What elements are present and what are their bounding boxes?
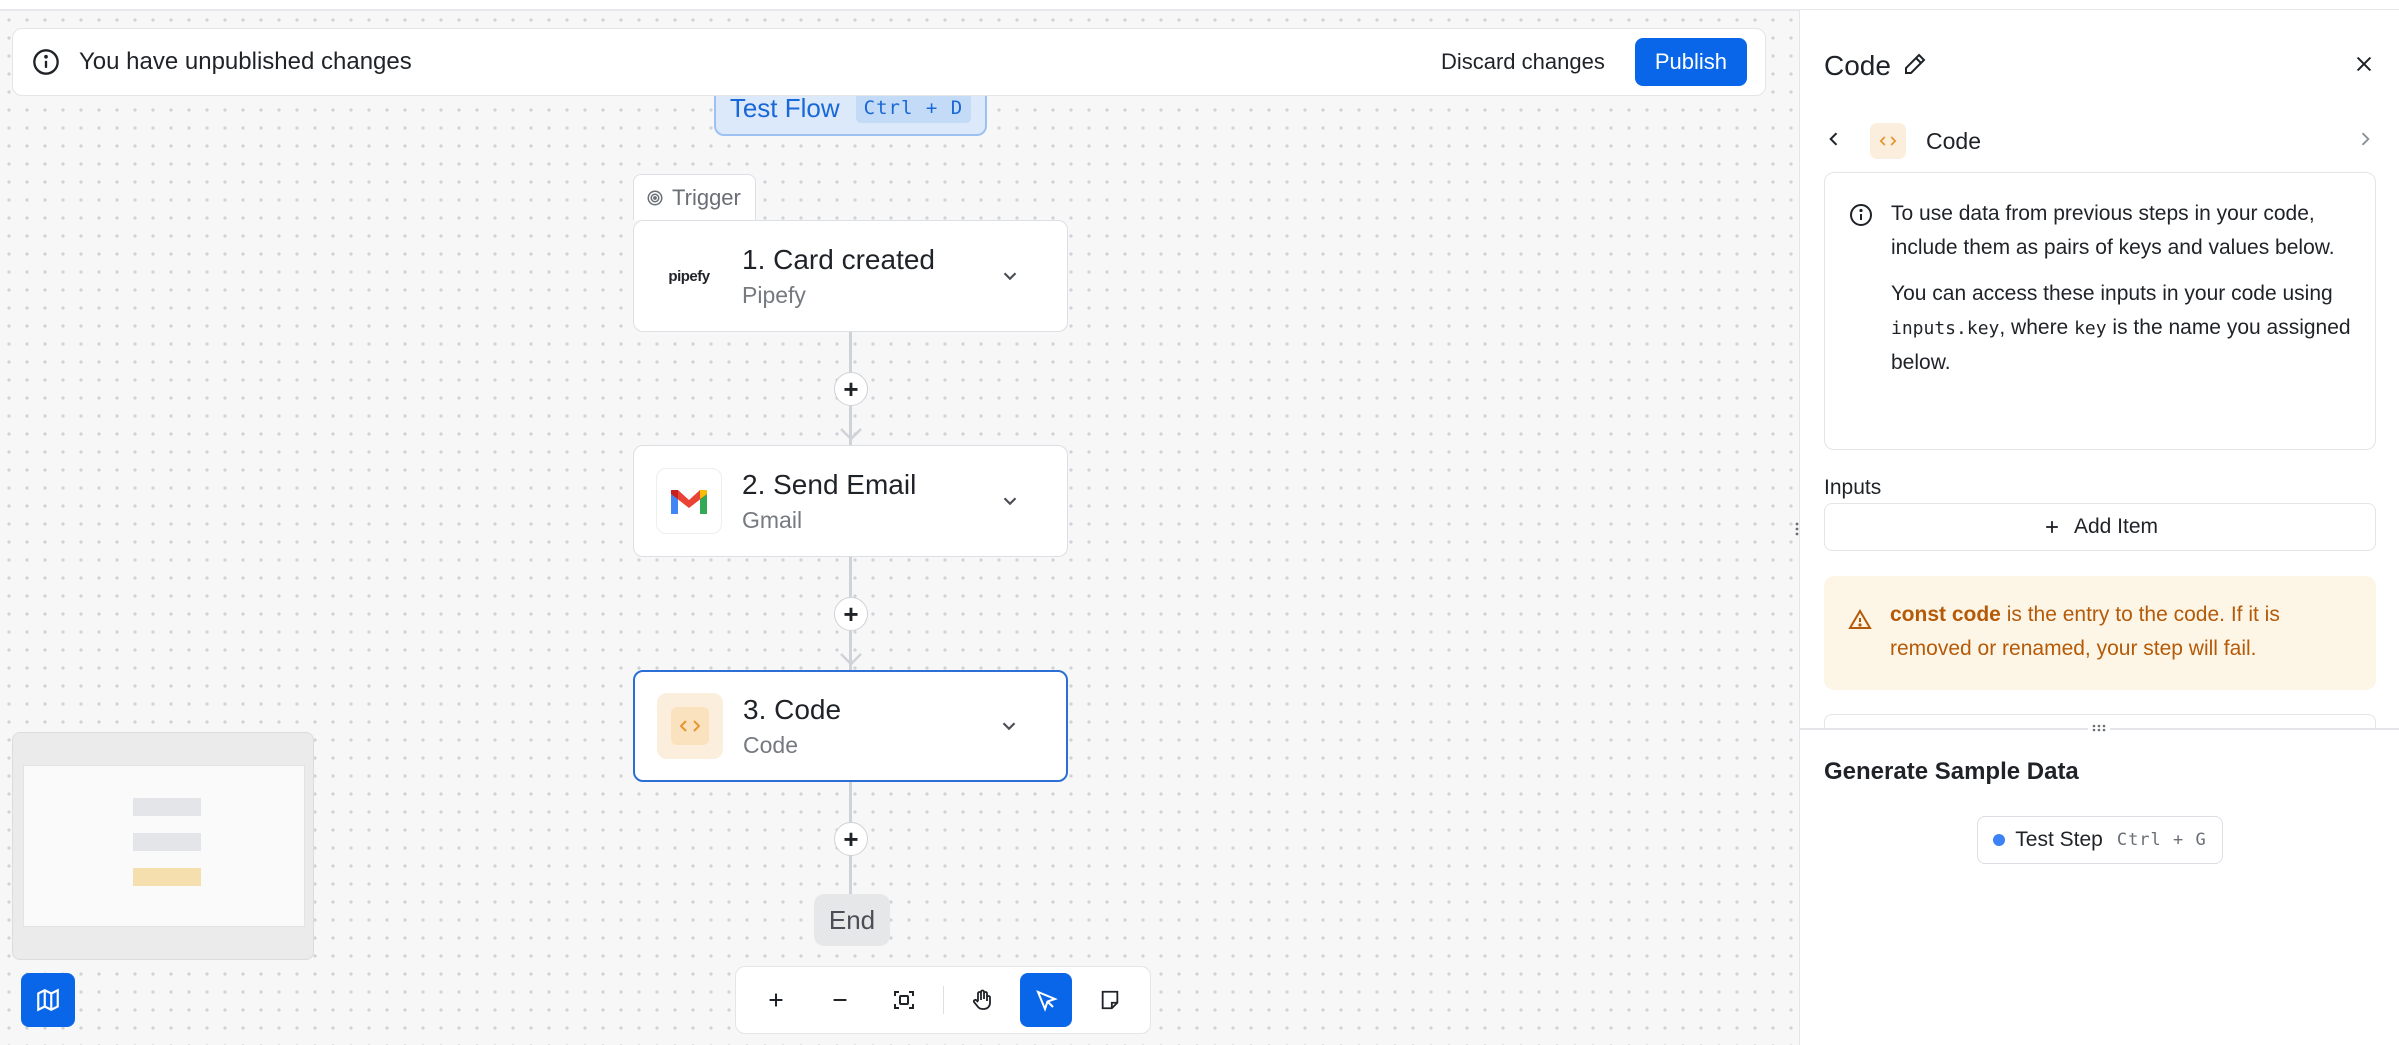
test-flow-label: Test Flow [729, 92, 840, 123]
discard-changes-button[interactable]: Discard changes [1441, 49, 1605, 75]
plus-icon [769, 993, 783, 1007]
plus-icon [2046, 521, 2058, 533]
code-icon [1870, 123, 1906, 159]
chevron-down-icon[interactable] [995, 261, 1025, 291]
info-paragraph: To use data from previous steps in your … [1891, 202, 2335, 259]
map-icon [37, 988, 59, 1012]
pan-tool-button[interactable] [955, 973, 1007, 1027]
pipefy-logo-text: pipefy [668, 267, 710, 285]
warning-text: const code is the entry to the code. If … [1890, 603, 2280, 660]
test-step-button[interactable]: Test Step Ctrl + G [1977, 816, 2223, 864]
panel-title: Code [1824, 50, 1891, 81]
inline-code: key [2074, 318, 2107, 339]
info-paragraph: You can access these inputs in your code… [1891, 282, 2351, 374]
step-navigator: Code [1824, 114, 2375, 168]
warning-icon [1848, 608, 1872, 637]
add-item-button[interactable]: Add Item [1824, 503, 2376, 551]
banner-message: You have unpublished changes [79, 48, 412, 75]
minus-icon [833, 998, 847, 1002]
chevron-down-icon[interactable] [994, 711, 1024, 741]
grip-horizontal-icon[interactable] [2088, 720, 2110, 736]
step-code[interactable]: 3. Code Code [633, 670, 1068, 782]
minimap-node [133, 833, 201, 851]
gmail-icon [656, 468, 722, 534]
minimap-node [133, 798, 201, 816]
code-inputs-info: To use data from previous steps in your … [1824, 172, 2376, 450]
minimap[interactable] [12, 732, 314, 960]
unpublished-banner: You have unpublished changes Discard cha… [12, 28, 1766, 96]
step-send-email[interactable]: 2. Send Email Gmail [633, 445, 1068, 557]
fit-view-button[interactable] [878, 973, 930, 1027]
note-icon [1101, 990, 1119, 1010]
chevron-left-icon[interactable] [1824, 129, 1844, 154]
map-toggle-button[interactable] [21, 973, 75, 1027]
zoom-in-button[interactable] [750, 973, 802, 1027]
chevron-down-icon[interactable] [995, 486, 1025, 516]
trigger-label: Trigger [672, 184, 741, 210]
status-dot [1993, 834, 2006, 846]
cursor-icon [1035, 990, 1058, 1012]
hand-icon [972, 989, 991, 1010]
info-icon [31, 47, 61, 77]
step-subtitle: Code [743, 731, 798, 758]
step-settings-panel: Code Code To use data from previous step… [1799, 10, 2399, 1045]
generate-sample-data-title: Generate Sample Data [1824, 758, 2079, 785]
canvas-toolbar [735, 966, 1151, 1034]
chevron-right-icon[interactable] [2355, 129, 2375, 154]
step-card-created[interactable]: pipefy 1. Card created Pipefy [633, 220, 1068, 332]
info-icon [1849, 203, 1873, 232]
minimap-node [133, 868, 201, 886]
add-step-button[interactable]: + [834, 372, 868, 406]
add-note-button[interactable] [1084, 973, 1136, 1027]
add-step-button[interactable]: + [834, 822, 868, 856]
fit-view-icon [894, 991, 915, 1009]
trigger-icon [647, 190, 663, 205]
code-entry-warning: const code is the entry to the code. If … [1824, 576, 2376, 690]
end-node: End [814, 894, 890, 946]
close-icon[interactable] [2353, 53, 2375, 80]
pencil-icon[interactable] [1903, 52, 1927, 81]
code-icon [657, 693, 723, 759]
trigger-tag: Trigger [633, 174, 756, 220]
pipefy-logo: pipefy [656, 243, 722, 309]
add-item-label: Add Item [2073, 515, 2159, 538]
test-step-shortcut: Ctrl + G [2116, 830, 2207, 850]
arrow-down-icon [840, 428, 862, 441]
select-tool-button[interactable] [1019, 973, 1072, 1027]
step-title: 1. Card created [742, 243, 935, 275]
panel-header: Code [1824, 38, 2375, 94]
step-subtitle: Gmail [742, 506, 803, 533]
arrow-down-icon [840, 653, 862, 666]
test-step-label: Test Step [2015, 828, 2103, 851]
step-subtitle: Pipefy [742, 281, 806, 308]
inline-code: inputs.key [1891, 318, 2000, 339]
step-title: 3. Code [743, 693, 842, 725]
zoom-out-button[interactable] [814, 973, 866, 1027]
add-step-button[interactable]: + [834, 597, 868, 631]
publish-button[interactable]: Publish [1634, 38, 1747, 86]
test-flow-shortcut: Ctrl + D [855, 93, 972, 123]
step-title: 2. Send Email [742, 468, 917, 500]
step-name: Code [1926, 127, 1981, 154]
inputs-label: Inputs [1824, 476, 1882, 499]
top-strip [0, 0, 2399, 10]
